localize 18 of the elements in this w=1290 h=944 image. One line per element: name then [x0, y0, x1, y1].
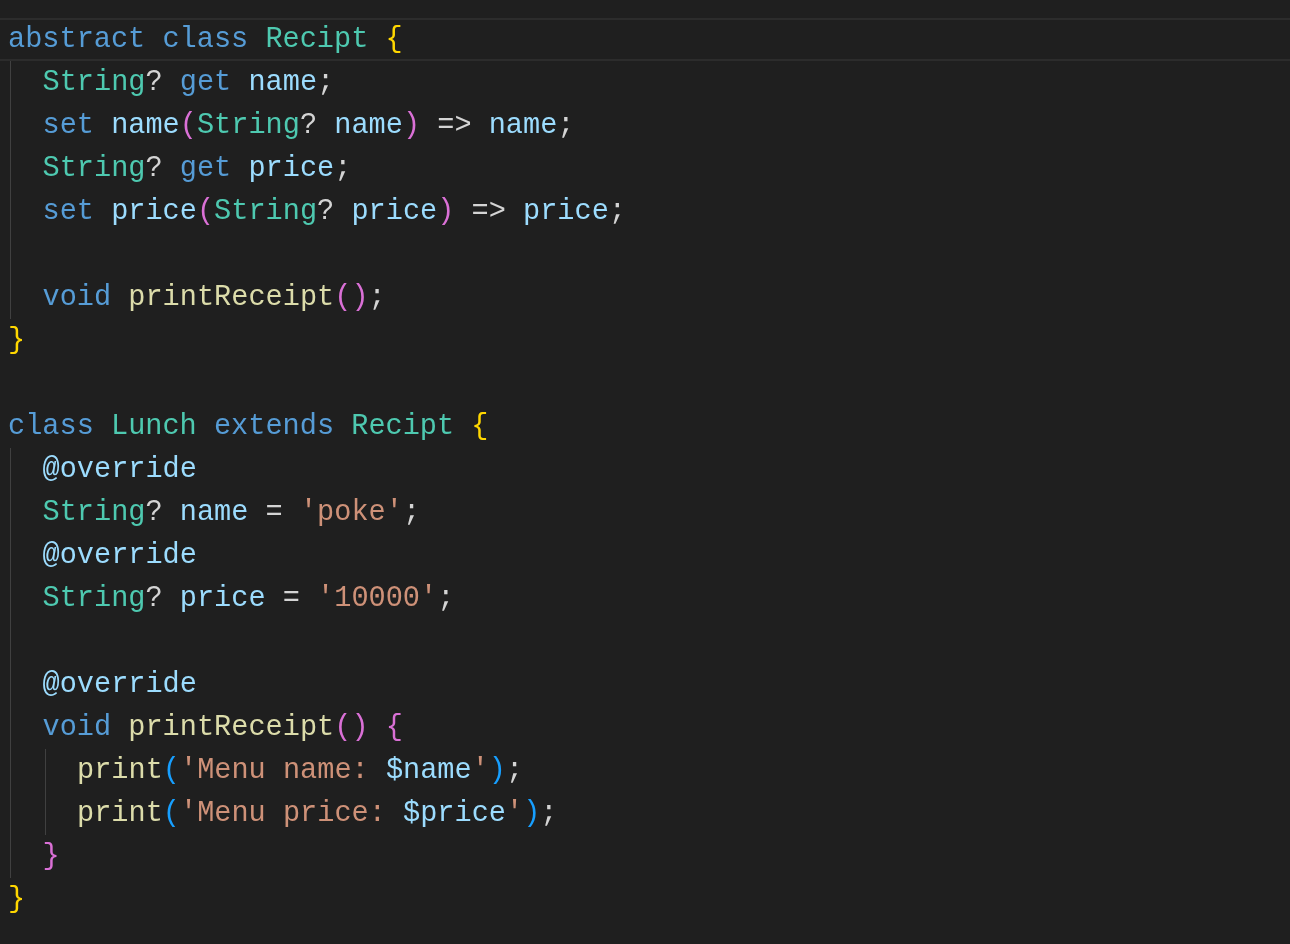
code-line: set price(String? price) => price;: [42, 194, 627, 230]
code-line: print('Menu name: $name');: [77, 753, 525, 789]
code-line: String? get name;: [42, 65, 336, 101]
code-line: @override: [42, 452, 198, 488]
code-line: String? price = '10000';: [42, 581, 456, 617]
code-line: class Lunch extends Recipt {: [8, 409, 490, 445]
code-line: void printReceipt() {: [42, 710, 404, 746]
code-line: @override: [42, 538, 198, 574]
code-line: String? name = 'poke';: [42, 495, 422, 531]
code-line: set name(String? name) => name;: [42, 108, 576, 144]
code-line: @override: [42, 667, 198, 703]
code-line: print('Menu price: $price');: [77, 796, 559, 832]
code-line: abstract class Recipt {: [0, 18, 1290, 61]
code-line: }: [42, 839, 61, 875]
code-line: String? get price;: [42, 151, 353, 187]
code-line: }: [8, 882, 27, 918]
code-line: void printReceipt();: [42, 280, 387, 316]
code-line: }: [8, 323, 27, 359]
